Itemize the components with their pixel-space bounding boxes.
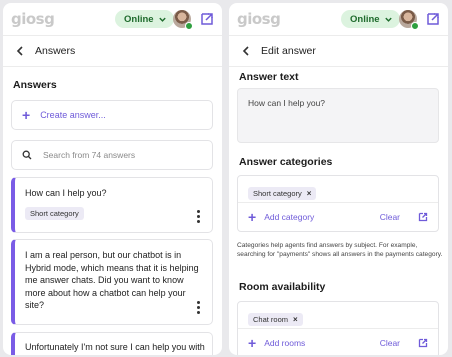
add-category-button[interactable]: + Add category [248,210,314,224]
answer-card[interactable]: How can I help you? Short category [11,177,213,233]
clear-rooms-button[interactable]: Clear [380,338,400,348]
remove-icon[interactable]: × [293,315,298,324]
edit-answer-header: Edit answer [229,35,448,67]
plus-icon: + [22,107,31,123]
answer-text-field[interactable]: How can I help you? [237,88,439,143]
room-availability-label: Room availability [239,281,326,293]
answer-text-label: Answer text [239,71,299,83]
answer-text: I am a real person, but our chatbot is i… [25,250,199,310]
category-chip: Short category [25,207,84,220]
status-dropdown[interactable]: Online [341,10,400,28]
popout-icon[interactable] [200,12,214,26]
search-input[interactable]: Search from 74 answers [11,140,213,170]
top-bar: giosg Online [229,3,448,35]
chevron-down-icon [384,17,392,22]
answer-text: How can I help you? [25,188,107,198]
top-bar: giosg Online [3,3,222,35]
external-link-icon[interactable] [418,212,428,222]
search-placeholder: Search from 74 answers [43,150,136,160]
search-icon [22,150,32,160]
category-chip-label: Short category [253,189,302,198]
giosg-logo: giosg [11,10,55,28]
room-chip: Chat room × [248,313,303,326]
chevron-down-icon [158,17,166,22]
answer-categories-label: Answer categories [239,156,333,168]
page-title: Edit answer [261,45,316,57]
create-answer-button[interactable]: + Create answer... [11,100,213,130]
remove-icon[interactable]: × [307,189,312,198]
category-chip: Short category × [248,187,317,200]
avatar[interactable] [399,10,419,30]
add-category-label: Add category [264,212,315,222]
answer-card[interactable]: Unfortunately I'm not sure I can help yo… [11,332,213,355]
status-label: Online [124,13,154,25]
categories-help-text: Categories help agents find answers by s… [237,242,443,258]
answer-card[interactable]: I am a real person, but our chatbot is i… [11,239,213,325]
answers-section-title: Answers [13,79,57,91]
plus-icon: + [248,335,257,351]
giosg-logo: giosg [237,10,281,28]
edit-answer-panel: giosg Online Edit answer Answer text How… [229,3,448,355]
answers-header: Answers [3,35,222,67]
online-indicator [185,22,193,30]
rooms-selector: Chat room × + Add rooms Clear [237,301,439,355]
page-title: Answers [35,45,76,57]
add-rooms-label: Add rooms [264,338,306,348]
clear-categories-button[interactable]: Clear [380,212,400,222]
back-arrow-icon[interactable] [15,46,25,56]
category-chip-label: Short category [30,209,79,218]
status-label: Online [350,13,380,25]
more-options-icon[interactable] [197,210,200,225]
status-dropdown[interactable]: Online [115,10,174,28]
categories-selector: Short category × + Add category Clear [237,175,439,232]
room-chip-label: Chat room [253,315,289,324]
add-rooms-button[interactable]: + Add rooms [248,336,305,350]
create-answer-label: Create answer... [40,110,106,120]
online-indicator [411,22,419,30]
answer-text-value: How can I help you? [248,98,326,108]
answers-panel: giosg Online Answers Answers + Create an… [3,3,222,355]
popout-icon[interactable] [426,12,440,26]
more-options-icon[interactable] [197,301,200,316]
external-link-icon[interactable] [418,338,428,348]
back-arrow-icon[interactable] [241,46,251,56]
answer-text: Unfortunately I'm not sure I can help yo… [25,342,205,352]
plus-icon: + [248,209,257,225]
avatar[interactable] [173,10,193,30]
